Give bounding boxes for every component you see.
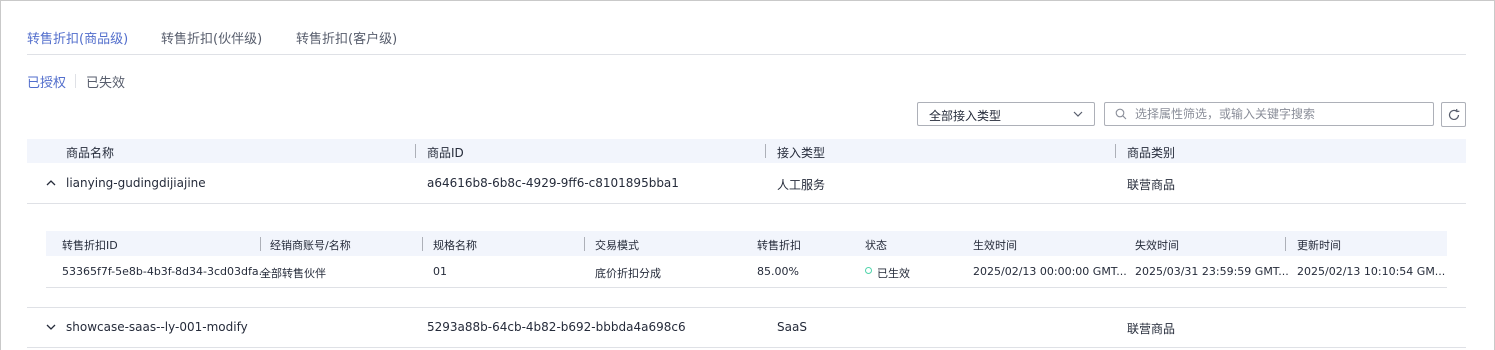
- tab-product-level[interactable]: 转售折扣(商品级): [27, 28, 128, 47]
- search-input[interactable]: [1135, 103, 1425, 125]
- subtab-divider: [75, 74, 76, 88]
- product-name: showcase-saas--ly-001-modify: [66, 320, 248, 334]
- column-divider: [1285, 237, 1286, 251]
- column-header-access-type: 接入类型: [777, 146, 826, 160]
- spec-name: 01: [433, 265, 447, 278]
- subtab-authorized[interactable]: 已授权: [27, 72, 66, 91]
- column-header-product-category: 商品类别: [1127, 146, 1176, 160]
- column-divider: [765, 144, 766, 158]
- access-type: SaaS: [777, 320, 807, 334]
- update-time: 2025/02/13 10:10:54 GM...: [1297, 265, 1446, 278]
- discount-id: 53365f7f-5e8b-4b3f-8d34-3cd03dfa...: [62, 265, 270, 278]
- status-dot-icon: [865, 267, 872, 274]
- chevron-up-icon[interactable]: [45, 177, 57, 189]
- table-header: 商品名称 商品ID 接入类型 商品类别: [27, 139, 1466, 163]
- nested-column-header-update-time: 更新时间: [1297, 239, 1341, 252]
- column-divider: [1115, 144, 1116, 158]
- column-divider: [422, 237, 423, 251]
- nested-column-header-trade-mode: 交易模式: [595, 239, 639, 252]
- reseller: 全部转售伙伴: [260, 267, 326, 280]
- refresh-icon: [1448, 108, 1460, 121]
- nested-column-header-expire-time: 失效时间: [1135, 239, 1179, 252]
- nested-column-header-reseller: 经销商账号/名称: [270, 239, 351, 252]
- product-category: 联营商品: [1127, 178, 1176, 192]
- column-header-product-id: 商品ID: [427, 146, 464, 160]
- nested-table-header: 转售折扣ID 经销商账号/名称 规格名称 交易模式 转售折扣 状态 生效时间 失…: [46, 231, 1447, 256]
- tab-customer-level[interactable]: 转售折扣(客户级): [296, 28, 397, 47]
- column-divider: [260, 237, 261, 251]
- expire-time: 2025/03/31 23:59:59 GMT...: [1135, 265, 1289, 278]
- subtab-expired[interactable]: 已失效: [86, 72, 125, 91]
- access-type-select-value: 全部接入类型: [929, 109, 1002, 123]
- search-box: [1104, 102, 1434, 126]
- tab-partner-level[interactable]: 转售折扣(伙伴级): [161, 28, 262, 47]
- status-text: 已生效: [877, 267, 910, 280]
- nested-column-header-discount: 转售折扣: [757, 239, 801, 252]
- nested-table-row: 53365f7f-5e8b-4b3f-8d34-3cd03dfa... 全部转售…: [46, 256, 1447, 288]
- effective-time: 2025/02/13 00:00:00 GMT...: [973, 265, 1127, 278]
- tab-bar: 转售折扣(商品级) 转售折扣(伙伴级) 转售折扣(客户级): [27, 0, 1466, 55]
- product-id: a64616b8-6b8c-4929-9ff6-c8101895bba1: [427, 176, 679, 190]
- nested-column-header-spec: 规格名称: [433, 239, 477, 252]
- search-icon: [1115, 108, 1127, 120]
- nested-column-header-discount-id: 转售折扣ID: [62, 239, 118, 252]
- product-category: 联营商品: [1127, 322, 1176, 336]
- table-row: lianying-gudingdijiajine a64616b8-6b8c-4…: [27, 163, 1466, 204]
- column-header-product-name: 商品名称: [66, 146, 115, 160]
- column-divider: [584, 237, 585, 251]
- nested-column-header-status: 状态: [865, 239, 887, 252]
- access-type: 人工服务: [777, 178, 826, 192]
- chevron-down-icon[interactable]: [45, 321, 57, 333]
- table-row: showcase-saas--ly-001-modify 5293a88b-64…: [27, 307, 1466, 348]
- nested-column-header-effective-time: 生效时间: [973, 239, 1017, 252]
- product-id: 5293a88b-64cb-4b82-b692-bbbda4a698c6: [427, 320, 686, 334]
- trade-mode: 底价折扣分成: [595, 267, 661, 280]
- column-divider: [415, 144, 416, 158]
- product-name: lianying-gudingdijiajine: [66, 176, 206, 190]
- refresh-button[interactable]: [1441, 102, 1466, 127]
- resale-discount: 85.00%: [757, 265, 799, 278]
- chevron-down-icon: [1073, 111, 1083, 117]
- access-type-select[interactable]: 全部接入类型: [917, 102, 1095, 126]
